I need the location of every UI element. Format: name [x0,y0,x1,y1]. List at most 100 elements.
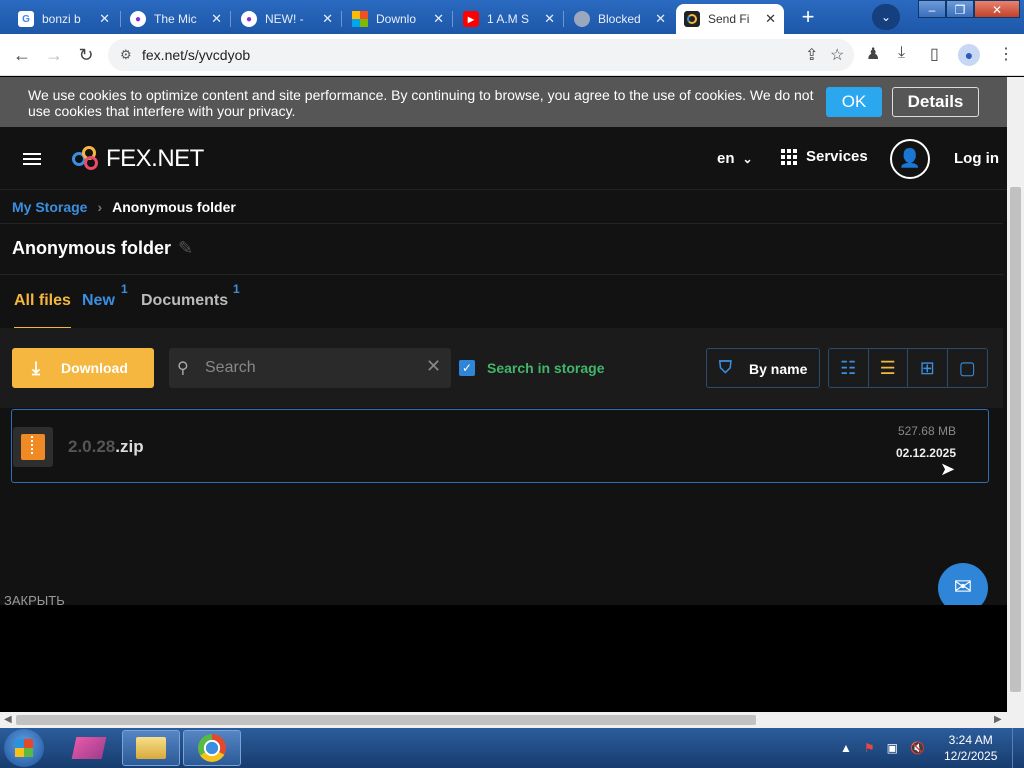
breadcrumb: My Storage › Anonymous folder [12,199,236,215]
blank-area [0,605,1007,712]
close-icon[interactable]: ✕ [765,11,776,27]
tab-title: The Mic [154,12,197,26]
circle-logo-icon: ● [130,11,146,27]
edit-pencil-icon[interactable]: ✎ [178,238,193,259]
close-icon[interactable]: ✕ [322,11,333,27]
back-button[interactable]: ← [10,43,34,67]
clear-icon[interactable]: ✕ [426,356,441,377]
globe-icon [574,11,590,27]
view-mode-switcher: ☷ ☰ ⊞ ▢ [828,348,988,388]
close-icon[interactable]: ✕ [99,11,110,27]
scroll-right-icon[interactable]: ▶ [994,714,1002,725]
breadcrumb-current: Anonymous folder [112,199,236,215]
scroll-thumb[interactable] [1010,187,1021,692]
share-icon[interactable]: ⇪ [805,45,818,65]
taskbar-app-cube[interactable] [60,730,118,766]
tab-all-files[interactable]: All files [14,292,71,329]
detailed-list-view-icon[interactable]: ☷ [829,349,869,387]
new-tab-button[interactable]: + [795,5,821,31]
services-button[interactable]: Services [781,148,868,165]
clock-time: 3:24 AM [948,733,993,747]
minimize-button[interactable]: ‒ [918,0,946,18]
tab-search-button[interactable]: ⌄ [872,4,900,30]
tab-title: Send Fi [708,12,750,26]
taskbar-explorer[interactable] [122,730,180,766]
fex-icon [684,11,700,27]
breadcrumb-my-storage[interactable]: My Storage [12,199,87,215]
extension-icon[interactable]: ♟ [866,44,880,64]
sort-button[interactable]: ⛉ By name [706,348,820,388]
file-size: 527.68 MB [897,424,956,438]
cookie-details-button[interactable]: Details [892,87,979,117]
tab-title: bonzi b [42,12,81,26]
page-content: We use cookies to optimize content and s… [0,77,1007,712]
menu-kebab-icon[interactable]: ⋮ [998,44,1014,64]
chevron-right-icon: › [97,199,103,215]
windows-taskbar: ▲ ⚑ ▣ 🔇 3:24 AM 12/2/2025 [0,728,1024,768]
profile-avatar-icon[interactable]: ● [958,44,980,66]
tab-bonzi[interactable]: G bonzi b ✕ [10,4,118,34]
tab-blocked[interactable]: Blocked ✕ [566,4,674,34]
show-desktop-button[interactable] [1012,728,1024,768]
horizontal-scrollbar[interactable]: ◀ ▶ [0,712,1024,728]
close-icon[interactable]: ✕ [655,11,666,27]
search-input[interactable] [205,358,415,378]
maximize-button[interactable]: ❐ [946,0,974,18]
scroll-thumb[interactable] [16,715,756,725]
download-label: Download [61,360,128,376]
google-icon: G [18,11,34,27]
volume-muted-icon[interactable]: 🔇 [910,741,925,755]
hamburger-menu-icon[interactable] [23,153,41,165]
vertical-scrollbar[interactable] [1007,77,1024,712]
system-tray: ▲ ⚑ ▣ 🔇 [840,728,925,768]
user-icon[interactable]: 👤 [890,139,930,179]
cookie-ok-button[interactable]: OK [826,87,882,117]
window-close-button[interactable]: ✕ [974,0,1020,18]
tab-youtube[interactable]: ▶ 1 A.M S ✕ [455,4,563,34]
clock-date: 12/2/2025 [944,749,998,763]
cookie-banner: We use cookies to optimize content and s… [0,77,1007,127]
cookie-text: We use cookies to optimize content and s… [28,87,814,119]
reload-button[interactable]: ↻ [74,43,98,67]
download-button[interactable]: ⤓ Download [12,348,154,388]
tray-expand-icon[interactable]: ▲ [840,741,852,755]
forward-button[interactable]: → [42,43,66,67]
tab-title: Downlo [376,12,417,26]
system-clock[interactable]: 3:24 AM 12/2/2025 [944,732,997,764]
search-icon: ⚲ [177,360,189,377]
network-icon[interactable]: ▣ [887,741,898,755]
file-name[interactable]: 2.0.28.zip [68,437,144,457]
search-in-storage-checkbox[interactable]: ✓ [459,360,475,376]
tab-new[interactable]: New 1 [82,282,128,310]
start-button[interactable] [4,729,44,767]
close-icon[interactable]: ✕ [544,11,555,27]
taskbar-chrome[interactable] [183,730,241,766]
tile-view-icon[interactable]: ▢ [948,349,987,387]
language-label: en [717,150,735,167]
site-info-icon[interactable]: ⚙ [120,47,132,63]
scroll-left-icon[interactable]: ◀ [4,714,12,725]
close-icon[interactable]: ✕ [433,11,444,27]
grid-view-icon[interactable]: ⊞ [908,349,948,387]
tab-download[interactable]: Downlo ✕ [344,4,452,34]
file-row[interactable]: 2.0.28.zip 527.68 MB 02.12.2025 [11,409,989,483]
download-icon[interactable]: ⤓ [898,44,905,62]
bookmark-star-icon[interactable]: ☆ [830,45,844,65]
address-bar[interactable]: ⚙ fex.net/s/yvcdyob ⇪ ☆ [108,39,854,71]
folder-title-bar: Anonymous folder ✎ [0,223,1003,275]
side-panel-icon[interactable]: ▯ [930,44,939,64]
fex-logo[interactable]: FEX.NET [72,145,204,173]
flag-icon[interactable]: ⚑ [864,741,875,755]
list-view-icon[interactable]: ☰ [869,349,908,387]
language-selector[interactable]: en ⌄ [717,150,753,167]
login-link[interactable]: Log in [954,150,999,167]
circle-logo-icon: ● [241,11,257,27]
tab-documents[interactable]: Documents 1 [141,282,240,310]
url-text[interactable]: fex.net/s/yvcdyob [142,47,250,63]
close-icon[interactable]: ✕ [211,11,222,27]
tab-the-mic[interactable]: ● The Mic ✕ [122,4,230,34]
tab-title: 1 A.M S [487,12,530,26]
tab-new[interactable]: ● NEW! - ✕ [233,4,341,34]
tab-send-files[interactable]: Send Fi ✕ [676,4,784,34]
search-in-storage-label[interactable]: Search in storage [487,360,605,376]
